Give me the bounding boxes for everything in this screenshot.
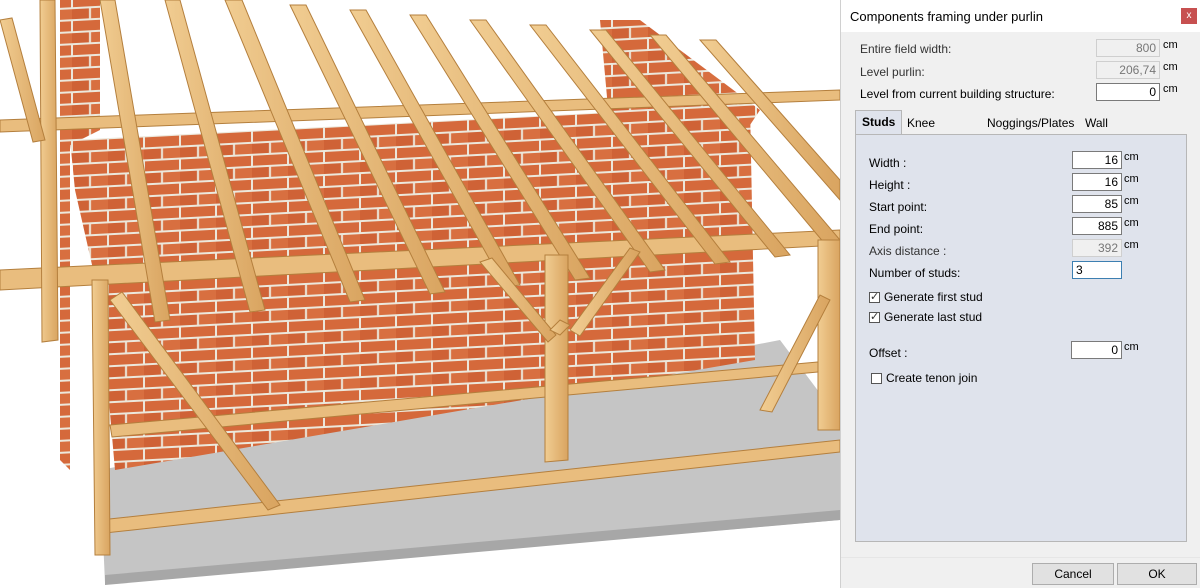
tab-studs[interactable]: Studs [855, 110, 903, 135]
create-tenon-join-label: Create tenon join [886, 371, 978, 385]
cancel-button[interactable]: Cancel [1032, 563, 1114, 585]
level-purlin-label: Level purlin: [860, 65, 925, 79]
components-framing-dialog: Components framing under purlin x Entire… [840, 0, 1200, 588]
checkbox-box: ✓ [869, 310, 880, 323]
end-point-label: End point: [869, 222, 924, 236]
tab-knee-braces[interactable]: Knee braces [903, 113, 947, 150]
height-label: Height : [869, 178, 911, 192]
offset-label: Offset : [869, 346, 908, 360]
offset-field[interactable]: 0 [1071, 341, 1122, 359]
check-icon: ✓ [870, 290, 880, 303]
tab-noggings-plates[interactable]: Noggings/Plates [983, 113, 1078, 134]
check-icon: ✓ [870, 310, 880, 323]
level-building-label: Level from current building structure: [860, 87, 1055, 101]
checkbox-box [871, 372, 882, 384]
roof-framing-model [0, 0, 840, 585]
generate-last-stud-label: Generate last stud [884, 310, 983, 324]
axis-distance-field: 392 [1072, 239, 1122, 257]
height-unit: cm [1124, 173, 1139, 185]
axis-distance-label: Axis distance : [869, 244, 947, 258]
width-label: Width : [869, 156, 907, 170]
number-of-studs-field[interactable]: 3 [1072, 261, 1122, 279]
start-point-field[interactable]: 85 [1072, 195, 1122, 213]
close-button[interactable]: x [1181, 8, 1197, 24]
offset-unit: cm [1124, 341, 1139, 353]
end-point-unit: cm [1124, 217, 1139, 229]
width-field[interactable]: 16 [1072, 151, 1122, 169]
level-purlin-unit: cm [1163, 61, 1178, 73]
generate-last-stud-checkbox[interactable]: ✓ Generate last stud [869, 310, 982, 324]
level-purlin-field: 206,74 [1096, 61, 1160, 79]
entire-field-width-label: Entire field width: [860, 42, 952, 56]
axis-distance-unit: cm [1124, 239, 1139, 251]
footer-divider [841, 557, 1200, 558]
width-unit: cm [1124, 151, 1139, 163]
generate-first-stud-checkbox[interactable]: ✓ Generate first stud [869, 290, 983, 304]
tab-wall-bracing[interactable]: Wall bracing: [1081, 113, 1132, 150]
height-field[interactable]: 16 [1072, 173, 1122, 191]
entire-field-width-unit: cm [1163, 39, 1178, 51]
create-tenon-join-checkbox[interactable]: Create tenon join [871, 371, 977, 385]
start-point-label: Start point: [869, 200, 928, 214]
level-building-unit: cm [1163, 83, 1178, 95]
start-point-unit: cm [1124, 195, 1139, 207]
3d-viewport[interactable] [0, 0, 840, 588]
checkbox-box: ✓ [869, 290, 880, 303]
generate-first-stud-label: Generate first stud [884, 290, 983, 304]
number-of-studs-label: Number of studs: [869, 266, 961, 280]
level-building-field[interactable]: 0 [1096, 83, 1160, 101]
entire-field-width-field: 800 [1096, 39, 1160, 57]
ok-button[interactable]: OK [1117, 563, 1197, 585]
dialog-title: Components framing under purlin [850, 9, 1043, 24]
end-point-field[interactable]: 885 [1072, 217, 1122, 235]
dialog-titlebar: Components framing under purlin x [841, 0, 1200, 32]
studs-panel: Width : 16 cm Height : 16 cm Start point… [855, 134, 1187, 542]
